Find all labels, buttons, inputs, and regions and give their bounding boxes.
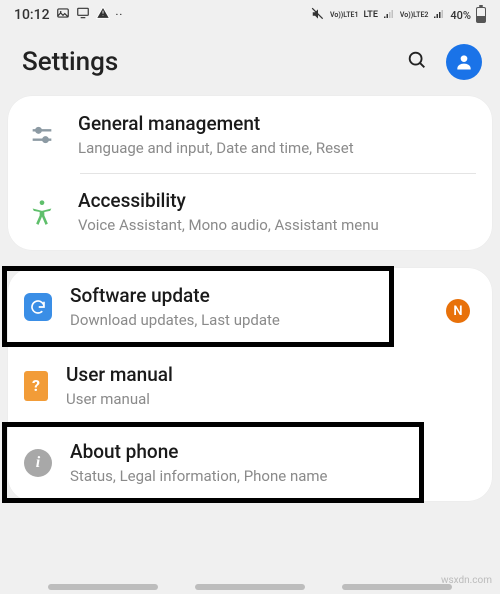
item-title: User manual [66,363,478,386]
item-subtitle: Status, Legal information, Phone name [70,467,408,485]
sliders-icon [24,117,60,153]
battery-percent: 40% [450,9,471,22]
item-subtitle: Voice Assistant, Mono audio, Assistant m… [78,216,478,234]
search-icon[interactable] [406,49,428,75]
watermark: wsxdn.com [441,575,492,586]
settings-group-2: Software update Download updates, Last u… [8,268,492,501]
item-accessibility[interactable]: Accessibility Voice Assistant, Mono audi… [8,173,492,250]
nav-back[interactable] [342,584,452,590]
status-bar: 10:12 ·· Vo))LTE1 LTE Vo))LTE2 40% [0,0,500,30]
lte-label-1: LTE [363,10,377,20]
item-title: Accessibility [78,189,478,212]
image-icon [56,6,70,24]
accessibility-icon [24,194,60,230]
more-icon: ·· [116,10,124,21]
cast-icon [76,6,90,24]
account-icon[interactable] [446,44,482,80]
sim1-indicator: Vo))LTE1 [330,13,358,18]
manual-icon: ? [24,371,48,401]
item-title: General management [78,112,478,135]
item-user-manual[interactable]: ? User manual User manual [8,345,492,424]
sim2-indicator: Vo))LTE2 [400,13,428,18]
settings-group-1: General management Language and input, D… [8,96,492,250]
signal-icon-1 [383,8,395,23]
status-right: Vo))LTE1 LTE Vo))LTE2 40% [311,7,486,24]
battery-icon [476,7,486,23]
item-about-phone[interactable]: i About phone Status, Legal information,… [4,424,422,501]
system-nav-bar [0,584,500,590]
item-title: About phone [70,440,408,463]
page-title: Settings [22,47,118,77]
mute-icon [311,7,325,24]
clock: 10:12 [14,7,50,23]
info-icon: i [24,449,52,477]
item-subtitle: Download updates, Last update [70,311,378,329]
item-general-management[interactable]: General management Language and input, D… [8,96,492,173]
item-title: Software update [70,284,378,307]
nav-home[interactable] [195,584,305,590]
update-badge: N [446,299,470,323]
signal-icon-2 [433,8,445,23]
item-software-update[interactable]: Software update Download updates, Last u… [4,268,392,345]
item-subtitle: Language and input, Date and time, Reset [78,139,478,157]
update-icon [24,293,52,321]
item-subtitle: User manual [66,390,478,408]
settings-header: Settings [0,30,500,96]
status-left: 10:12 ·· [14,6,123,24]
nav-recents[interactable] [48,584,158,590]
warning-icon [96,6,110,24]
